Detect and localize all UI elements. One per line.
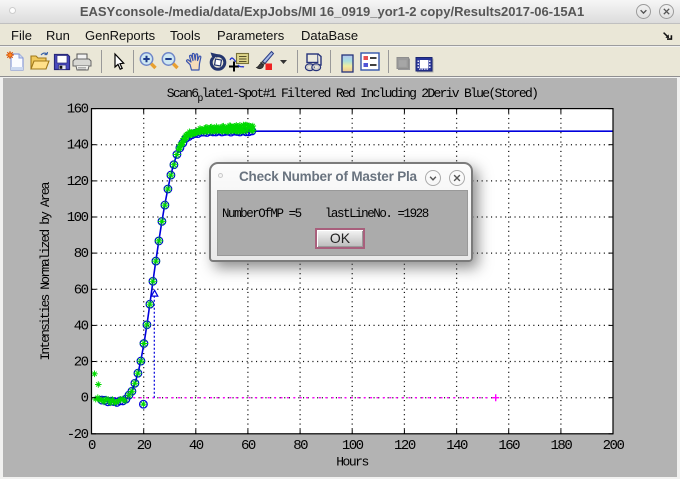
svg-text:Hours: Hours xyxy=(336,455,368,470)
svg-text:120: 120 xyxy=(394,438,416,454)
svg-text:60: 60 xyxy=(74,282,89,298)
svg-text:Intensities Normalized by Area: Intensities Normalized by Area xyxy=(38,181,53,360)
svg-text:200: 200 xyxy=(603,438,625,454)
svg-text:80: 80 xyxy=(293,438,308,454)
svg-text:180: 180 xyxy=(551,438,573,454)
svg-text:160: 160 xyxy=(67,102,89,118)
svg-text:40: 40 xyxy=(74,318,89,334)
svg-text:60: 60 xyxy=(241,438,256,454)
svg-text:0: 0 xyxy=(81,391,89,407)
svg-text:80: 80 xyxy=(74,246,89,262)
svg-text:Scan6plate1-Spot#1 Filtered Re: Scan6plate1-Spot#1 Filtered Red Includin… xyxy=(167,86,537,105)
svg-text:40: 40 xyxy=(189,438,204,454)
svg-text:20: 20 xyxy=(137,438,152,454)
svg-text:100: 100 xyxy=(67,210,89,226)
svg-text:100: 100 xyxy=(342,438,364,454)
svg-text:140: 140 xyxy=(67,138,89,154)
svg-text:-20: -20 xyxy=(67,427,89,443)
svg-text:120: 120 xyxy=(67,174,89,190)
svg-text:140: 140 xyxy=(446,438,468,454)
svg-text:20: 20 xyxy=(74,355,89,371)
svg-text:0: 0 xyxy=(88,438,96,454)
svg-text:160: 160 xyxy=(498,438,520,454)
